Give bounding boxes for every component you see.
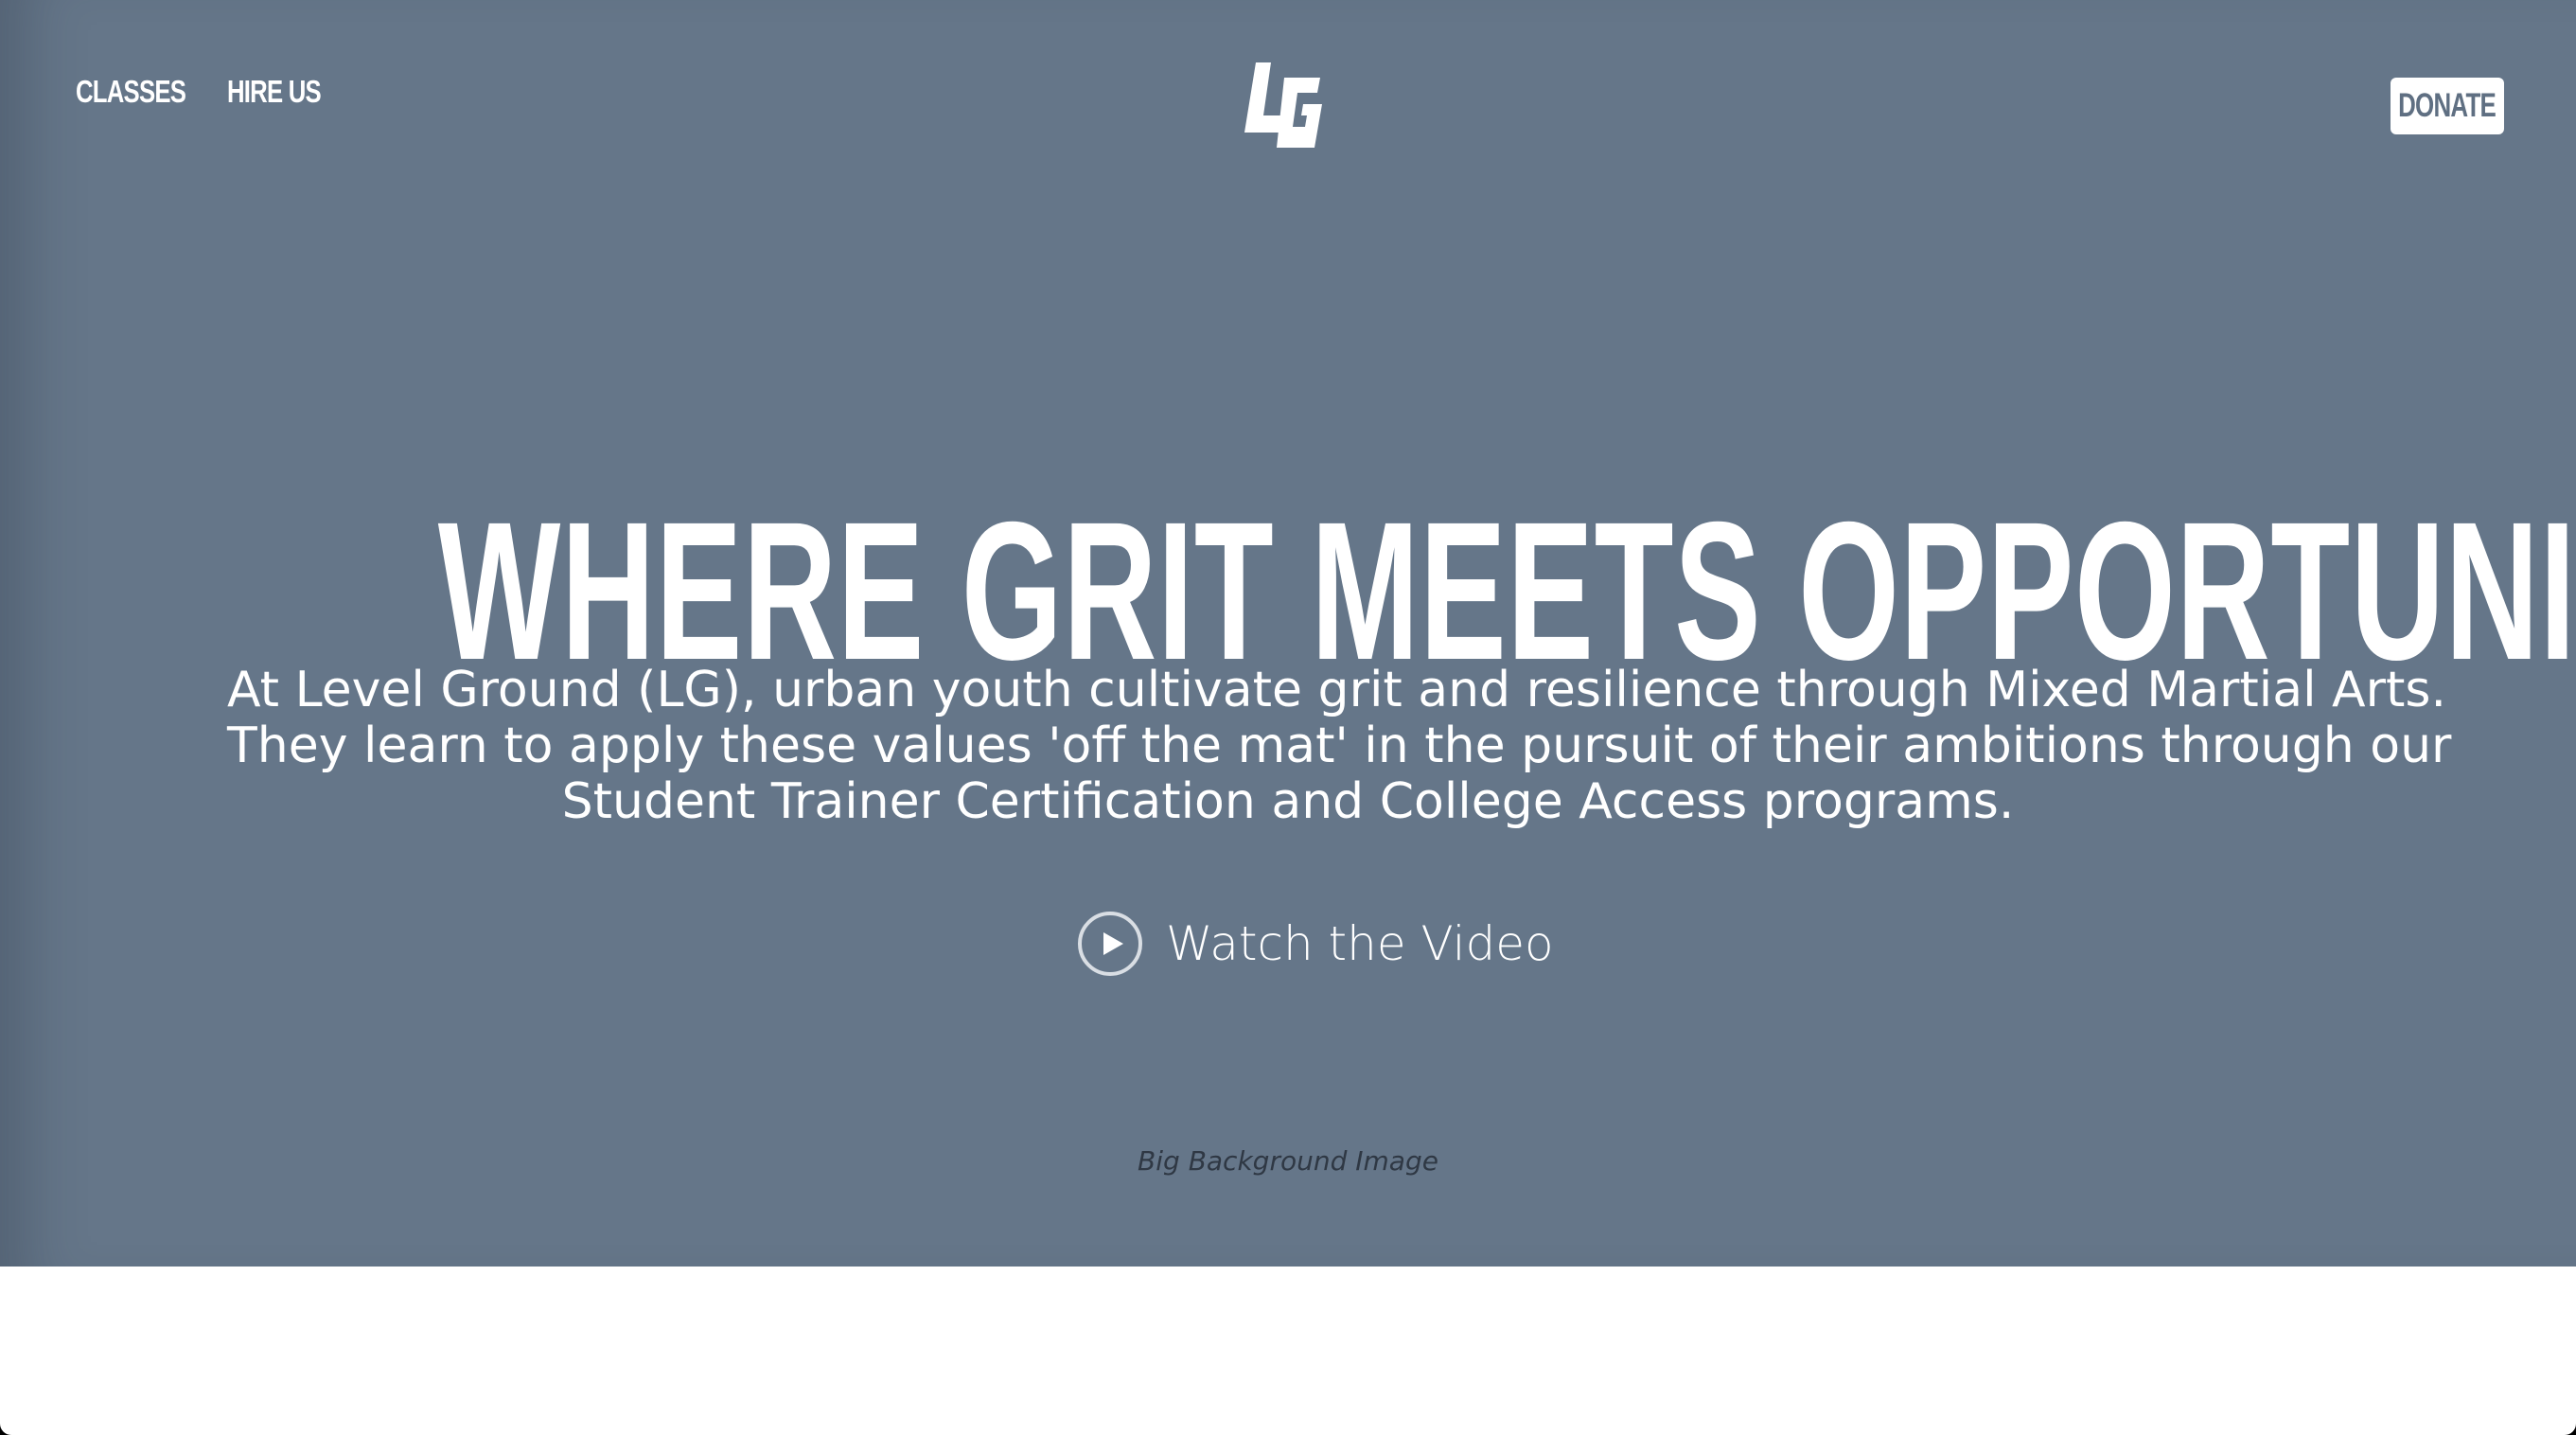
intro-line: At Level Ground (LG), urban youth cultiv… (227, 662, 2447, 718)
lg-logo-icon[interactable] (1235, 57, 1326, 151)
background-image-caption: Big Background Image (1138, 1145, 1438, 1177)
watch-video-link[interactable]: Watch the Video (1077, 909, 1554, 979)
intro-line: Student Trainer Certification and Colleg… (561, 773, 2015, 830)
play-circle-icon (1078, 912, 1142, 976)
hero-intro: At Level Ground (LG), urban youth cultiv… (227, 662, 2452, 830)
hero-section: CLASSES HIRE US DONATE WHERE GRIT MEETS … (0, 0, 2576, 1267)
nav-classes-link[interactable]: CLASSES (76, 74, 186, 110)
intro-line: They learn to apply these values 'off th… (227, 718, 2452, 774)
page: CLASSES HIRE US DONATE WHERE GRIT MEETS … (0, 0, 2576, 1435)
nav-hire-us-link[interactable]: HIRE US (227, 74, 322, 110)
donate-button[interactable]: DONATE (2391, 78, 2504, 134)
donate-label: DONATE (2398, 87, 2497, 124)
watch-video-label: Watch the Video (1166, 916, 1554, 971)
